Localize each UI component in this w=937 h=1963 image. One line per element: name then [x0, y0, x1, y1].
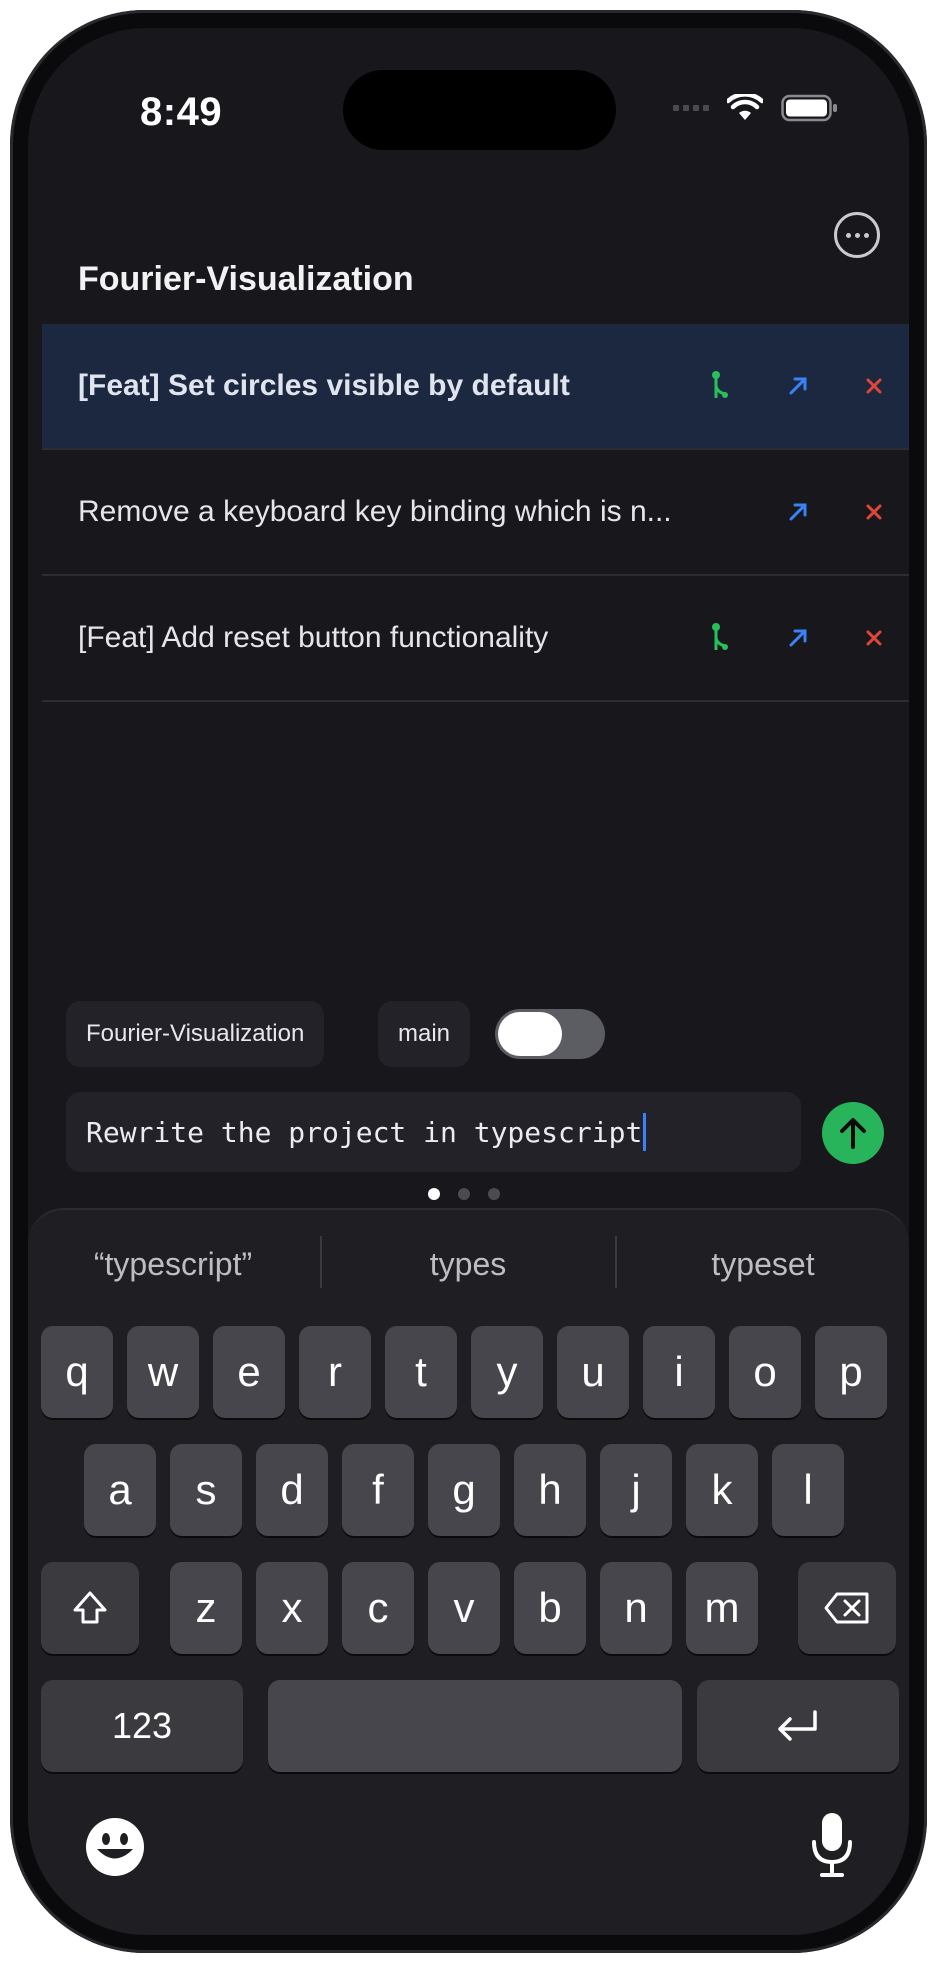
page-dot[interactable] [428, 1188, 440, 1200]
key-n[interactable]: n [600, 1562, 672, 1654]
signal-icon [673, 105, 709, 111]
key-w[interactable]: w [127, 1326, 199, 1418]
emoji-key[interactable] [84, 1816, 146, 1883]
key-b[interactable]: b [514, 1562, 586, 1654]
arrow-up-icon [840, 1118, 866, 1149]
keyboard: “typescript” types typeset q w e r t y u… [28, 1208, 909, 1935]
ellipsis-circle-icon [845, 232, 851, 238]
numbers-key[interactable]: 123 [41, 1680, 243, 1772]
suggestion-quoted[interactable]: “typescript” [28, 1246, 318, 1283]
page-title: Fourier-Visualization [78, 260, 414, 298]
close-icon[interactable] [854, 618, 894, 658]
key-p[interactable]: p [815, 1326, 887, 1418]
task-list: [Feat] Set circles visible by default Re… [42, 324, 909, 702]
key-i[interactable]: i [643, 1326, 715, 1418]
shift-icon [73, 1591, 107, 1624]
key-o[interactable]: o [729, 1326, 801, 1418]
key-m[interactable]: m [686, 1562, 758, 1654]
battery-icon [781, 94, 837, 122]
shift-key[interactable] [41, 1562, 139, 1654]
close-icon[interactable] [854, 366, 894, 406]
key-q[interactable]: q [41, 1326, 113, 1418]
key-l[interactable]: l [772, 1444, 844, 1536]
status-time: 8:49 [140, 90, 223, 134]
key-y[interactable]: y [471, 1326, 543, 1418]
phone-frame: 8:49 Fourier-Visualization [Feat] Set ci… [10, 10, 927, 1953]
key-x[interactable]: x [256, 1562, 328, 1654]
numbers-key-label: 123 [111, 1705, 173, 1746]
merge-icon[interactable] [700, 618, 740, 658]
key-f[interactable]: f [342, 1444, 414, 1536]
key-v[interactable]: v [428, 1562, 500, 1654]
delete-key[interactable] [798, 1562, 896, 1654]
key-z[interactable]: z [170, 1562, 242, 1654]
send-button[interactable] [822, 1102, 884, 1164]
task-title: [Feat] Set circles visible by default [78, 369, 570, 402]
toggle-knob [498, 1012, 562, 1056]
key-k[interactable]: k [686, 1444, 758, 1536]
suggestion-divider [615, 1236, 617, 1288]
screen: 8:49 Fourier-Visualization [Feat] Set ci… [28, 28, 909, 1935]
key-s[interactable]: s [170, 1444, 242, 1536]
key-r[interactable]: r [299, 1326, 371, 1418]
return-key[interactable] [697, 1680, 899, 1772]
task-row[interactable]: [Feat] Add reset button functionality [42, 576, 909, 702]
key-c[interactable]: c [342, 1562, 414, 1654]
task-title: [Feat] Add reset button functionality [78, 621, 549, 654]
wifi-icon [727, 94, 763, 120]
open-external-icon[interactable] [778, 618, 818, 658]
mode-toggle[interactable] [495, 1009, 605, 1059]
page-indicator [428, 1188, 500, 1200]
prompt-text: Rewrite the project in typescript [86, 1115, 643, 1149]
key-d[interactable]: d [256, 1444, 328, 1536]
dictation-key[interactable] [808, 1810, 856, 1885]
open-external-icon[interactable] [778, 366, 818, 406]
branch-selector-chip[interactable]: main [378, 1001, 471, 1067]
suggestion-types[interactable]: types [323, 1246, 613, 1283]
suggestion-typeset[interactable]: typeset [618, 1246, 908, 1283]
key-g[interactable]: g [428, 1444, 500, 1536]
key-a[interactable]: a [84, 1444, 156, 1536]
repo-selector-chip[interactable]: Fourier-Visualization [66, 1001, 325, 1067]
prompt-input[interactable]: Rewrite the project in typescript [66, 1092, 801, 1172]
status-icons [673, 94, 839, 122]
task-row[interactable]: Remove a keyboard key binding which is n… [42, 450, 909, 576]
dynamic-island [343, 70, 616, 150]
key-h[interactable]: h [514, 1444, 586, 1536]
page-dot[interactable] [488, 1188, 500, 1200]
key-j[interactable]: j [600, 1444, 672, 1536]
more-options-button[interactable] [834, 212, 880, 258]
task-title: Remove a keyboard key binding which is n… [78, 495, 672, 528]
backspace-icon [824, 1592, 869, 1624]
key-t[interactable]: t [385, 1326, 457, 1418]
space-key[interactable] [268, 1680, 682, 1772]
task-row[interactable]: [Feat] Set circles visible by default [42, 324, 909, 450]
return-icon [778, 1710, 817, 1741]
emoji-icon [86, 1818, 144, 1876]
close-icon[interactable] [854, 492, 894, 532]
merge-icon[interactable] [700, 366, 740, 406]
key-u[interactable]: u [557, 1326, 629, 1418]
text-caret [643, 1113, 647, 1151]
microphone-icon [812, 1813, 852, 1877]
key-e[interactable]: e [213, 1326, 285, 1418]
suggestion-divider [320, 1236, 322, 1288]
page-dot[interactable] [458, 1188, 470, 1200]
open-external-icon[interactable] [778, 492, 818, 532]
